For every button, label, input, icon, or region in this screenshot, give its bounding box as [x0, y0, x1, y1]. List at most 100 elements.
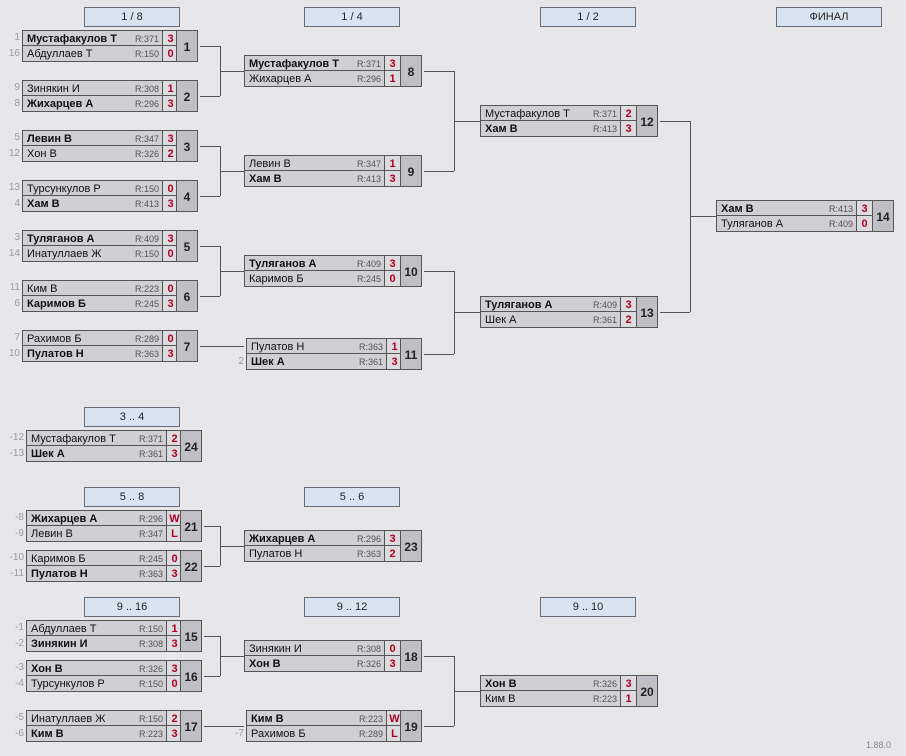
score: 3 [384, 55, 400, 71]
player-name: Зинякин И [31, 638, 88, 650]
match-number: 2 [176, 80, 198, 112]
player-cell: Хам ВR:413 [244, 171, 384, 187]
match-number: 4 [176, 180, 198, 212]
player-rating: R:409 [829, 216, 853, 232]
player-name: Пулатов Н [31, 568, 88, 580]
player-rating: R:150 [139, 621, 163, 637]
match: 7Рахимов БR:289010Пулатов НR:36337 [4, 330, 178, 362]
bracket-connector [204, 636, 220, 637]
player-rating: R:289 [359, 726, 383, 742]
bracket-connector [660, 121, 690, 122]
player-name: Шек А [251, 356, 285, 368]
player-rating: R:296 [139, 511, 163, 527]
player-rating: R:363 [135, 346, 159, 362]
player-name: Жихарцев А [31, 513, 97, 525]
score: 3 [384, 171, 400, 187]
match: -3Хон ВR:3263-4Турсункулов РR:150016 [0, 660, 182, 692]
player-rating: R:363 [139, 566, 163, 582]
score: 2 [620, 105, 636, 121]
bracket-connector [424, 71, 454, 72]
seed: -10 [0, 550, 26, 566]
player-name: Жихарцев А [249, 533, 315, 545]
player-cell: Турсункулов РR:150 [26, 676, 166, 692]
match-number: 21 [180, 510, 202, 542]
player-rating: R:223 [359, 711, 383, 727]
player-cell: Ким ВR:223 [480, 691, 620, 707]
match-number: 5 [176, 230, 198, 262]
player-rating: R:150 [135, 46, 159, 62]
player-rating: R:150 [139, 711, 163, 727]
match: -12Мустафакулов ТR:3712-13Шек АR:361324 [0, 430, 182, 462]
round-header: ФИНАЛ [776, 7, 882, 27]
player-rating: R:363 [359, 339, 383, 355]
match: Мустафакулов ТR:3712Хам ВR:413312 [480, 105, 636, 137]
player-cell: Хон ВR:326 [22, 146, 162, 162]
player-cell: Рахимов БR:289 [22, 330, 162, 346]
player-cell: Хон ВR:326 [26, 660, 166, 676]
player-cell: Жихарцев А R:296 [26, 510, 166, 526]
player-cell: Каримов БR:245 [22, 296, 162, 312]
player-cell: Пулатов Н R:363 [26, 566, 166, 582]
bracket-connector [204, 676, 220, 677]
player-cell: Мустафакулов ТR:371 [26, 430, 166, 446]
bracket-connector [220, 546, 244, 547]
player-cell: Хон В R:326 [244, 656, 384, 672]
player-name: Хон В [31, 663, 63, 675]
player-name: Зинякин И [27, 83, 80, 95]
seed: -5 [0, 710, 26, 726]
player-rating: R:363 [357, 546, 381, 562]
player-name: Абдуллаев Т [31, 623, 97, 635]
round-header: 9 .. 12 [304, 597, 400, 617]
player-cell: Ким ВR:223 [22, 280, 162, 296]
player-name: Левин В [31, 528, 73, 540]
match-number: 12 [636, 105, 658, 137]
player-cell: Хам ВR:413 [480, 121, 620, 137]
match-number: 24 [180, 430, 202, 462]
score: 1 [384, 71, 400, 87]
player-rating: R:150 [135, 246, 159, 262]
score: 3 [620, 121, 636, 137]
player-rating: R:245 [139, 551, 163, 567]
player-name: Каримов Б [249, 273, 304, 285]
seed: 16 [4, 46, 22, 62]
round-header: 1 / 2 [540, 7, 636, 27]
match-number: 13 [636, 296, 658, 328]
player-cell: Ким ВR:223 [246, 710, 386, 726]
match-number: 15 [180, 620, 202, 652]
player-rating: R:326 [357, 656, 381, 672]
seed: 13 [4, 180, 22, 196]
bracket-connector [424, 656, 454, 657]
player-name: Мустафакулов Т [249, 58, 339, 70]
seed: 7 [4, 330, 22, 346]
player-rating: R:326 [593, 676, 617, 692]
seed: -9 [0, 526, 26, 542]
seed: 12 [4, 146, 22, 162]
score: 0 [384, 640, 400, 656]
match: Хам ВR:4133Туляганов АR:409014 [716, 200, 872, 232]
player-cell: Левин ВR:347 [26, 526, 166, 542]
round-header: 5 .. 8 [84, 487, 180, 507]
player-rating: R:361 [139, 446, 163, 462]
player-rating: R:326 [135, 146, 159, 162]
match: Туляганов АR:4093Шек АR:361213 [480, 296, 636, 328]
player-rating: R:150 [139, 676, 163, 692]
score: 1 [384, 155, 400, 171]
score: 2 [384, 546, 400, 562]
seed: 8 [4, 96, 22, 112]
bracket-connector [220, 71, 244, 72]
score: 3 [384, 656, 400, 672]
seed: -13 [0, 446, 26, 462]
player-cell: Шек АR:361 [246, 354, 386, 370]
bracket-connector [424, 271, 454, 272]
player-name: Мустафакулов Т [27, 33, 117, 45]
match-number: 7 [176, 330, 198, 362]
seed: -7 [224, 726, 246, 742]
player-cell: Зинякин ИR:308 [26, 636, 166, 652]
player-rating: R:413 [593, 121, 617, 137]
player-name: Левин В [249, 158, 291, 170]
seed: 5 [4, 130, 22, 146]
player-name: Хон В [249, 658, 281, 670]
bracket-connector [220, 171, 244, 172]
match-number: 23 [400, 530, 422, 562]
bracket-connector [454, 121, 480, 122]
